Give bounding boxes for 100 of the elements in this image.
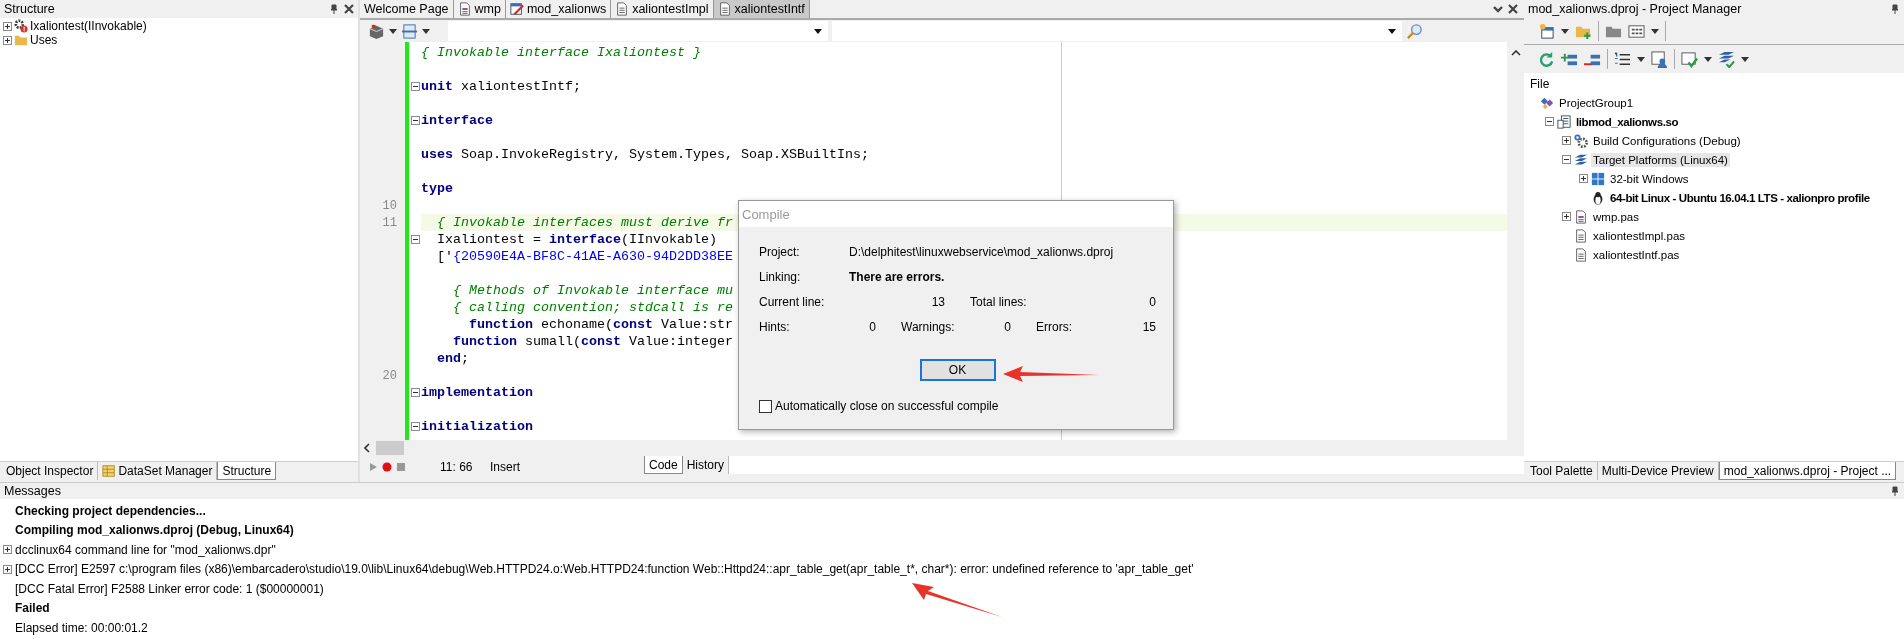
close-icon[interactable] [1508,4,1518,14]
checkbox[interactable] [759,399,772,413]
fold-toggle[interactable] [410,82,420,91]
tree-item[interactable]: ProjectGroup1 [1557,95,1636,110]
tree-item[interactable]: Uses [30,33,58,47]
field-label: Linking: [759,269,802,284]
dropdown-caret-icon[interactable] [1388,28,1396,34]
field-label: Total lines: [970,294,1027,309]
dropdown-caret-icon[interactable] [389,28,397,34]
code-line: end; [436,350,469,367]
close-icon[interactable] [344,4,354,14]
field-value: 0 [1149,294,1156,309]
message-line[interactable]: Failed [15,601,50,616]
layers-check-icon[interactable] [1718,50,1735,68]
gear-icon [1574,133,1588,148]
collapse-toggle[interactable] [1545,117,1554,126]
scrollbar-thumb[interactable] [376,441,404,455]
refresh-icon[interactable] [1538,50,1555,68]
fold-toggle[interactable] [410,116,420,125]
view-tab[interactable]: Code [644,456,683,474]
tree-item[interactable]: xaliontestIntf.pas [1591,247,1682,262]
expand-toggle[interactable] [1579,174,1588,183]
message-line[interactable]: Compiling mod_xalionws.dproj (Debug, Linux64) [15,523,294,538]
document-icon [1574,228,1588,243]
message-line[interactable]: Checking project dependencies... [15,503,206,518]
library-icon [1557,114,1571,129]
dropdown-caret-icon[interactable] [1637,56,1645,62]
field-label: Project: [759,244,801,259]
tree-item[interactable]: libmod_xalionws.so [1574,114,1681,129]
dropdown-caret-icon[interactable] [814,28,822,34]
tree-item[interactable]: 64-bit Linux - Ubuntu 16.04.1 LTS - xalionpro profile [1608,190,1872,205]
expand-toggle[interactable] [3,35,12,45]
page-icon[interactable] [401,22,418,40]
dropdown-caret-icon[interactable] [1561,28,1569,34]
code-line: { Methods of Invokable interface mu [452,282,733,299]
fold-toggle[interactable] [410,388,420,397]
code-line: { Invokable interface Ixaliontest } [421,44,701,61]
tree-item[interactable]: wmp.pas [1591,209,1642,224]
panel-title: Messages [4,484,61,498]
tree-item[interactable]: Target Platforms (Linux64) [1591,152,1730,167]
code-line: type [421,180,453,197]
search-icon[interactable] [1406,22,1423,40]
line-number: 11 [382,215,397,230]
checkbox-label[interactable]: Automatically close on successful compile [775,399,999,413]
new-window-icon[interactable] [1538,22,1555,40]
components-icon[interactable] [368,22,385,40]
message-line[interactable]: [DCC Fatal Error] F2588 Linker error code: 1 ($00000001) [15,581,324,596]
message-line[interactable]: dcclinux64 command line for "mod_xalionws.dpr" [15,542,276,557]
view-tab[interactable]: History [682,456,730,474]
code-line: function echoname(const Value:str [468,316,733,333]
scroll-up-icon[interactable] [1510,50,1521,56]
panel-tab[interactable]: Structure [217,462,277,480]
tree-item[interactable]: Ixaliontest(IInvokable) [30,19,147,33]
field-label: Current line: [759,294,825,309]
collapse-toggle[interactable] [1562,155,1571,164]
message-line[interactable]: [DCC Error] E2597 c:\program files (x86)\embarcadero\studio\19.0\lib\Linux64\debug\Web.HTTPD24.o:Web.HTTPD24:function Web::Httpd24::apr_table_get(apr_table_t*, char*): error: undefined reference to 'apr_table_get' [15,562,1194,577]
tree-item[interactable]: Build Configurations (Debug) [1591,133,1743,148]
field-value: 0 [869,319,876,334]
dropdown-caret-icon[interactable] [1704,56,1712,62]
panel-title: Structure [4,2,55,16]
record-icon[interactable] [382,462,392,472]
fold-toggle[interactable] [410,422,420,431]
code-line: unit xaliontestIntf; [421,78,581,95]
field-value: 13 [931,294,945,309]
message-line[interactable]: Elapsed time: 00:00:01.2 [15,620,148,635]
pin-icon[interactable] [329,4,339,14]
expand-toggle[interactable] [1562,136,1571,145]
numbered-list-icon[interactable] [1614,50,1631,68]
expand-toggle[interactable] [1562,212,1571,221]
dataset-icon [102,464,117,478]
expand-toggle[interactable] [3,21,12,31]
column-header: File [1529,76,1551,93]
code-line: ['{20590E4A-BF8C-41AE-A630-94D2DD38EE [436,248,733,265]
dropdown-caret-icon[interactable] [1741,56,1749,62]
dropdown-caret-icon[interactable] [1651,28,1659,34]
field-value: There are errors. [849,269,945,284]
code-line: uses Soap.InvokeRegistry, System.Types, Soap.XSBuiltIns; [421,146,869,163]
panel-tab[interactable]: mod_xalionws.dproj - Project ... [1718,462,1897,480]
editor-tab[interactable]: xaliontestIntf [713,0,810,18]
scroll-left-icon[interactable] [364,443,370,453]
code-line: interface [421,112,493,129]
error-gear-icon [14,19,28,33]
pin-icon[interactable] [1890,4,1900,14]
ok-button[interactable]: OK [919,359,996,381]
expand-toggle[interactable] [3,545,12,555]
code-line: implementation [421,384,533,401]
dropdown-caret-icon[interactable] [422,28,430,34]
chevron-down-icon[interactable] [1493,4,1503,14]
tree-item[interactable]: xaliontestImpl.pas [1591,228,1688,243]
tree-item[interactable]: 32-bit Windows [1608,171,1691,186]
fold-toggle[interactable] [410,235,420,244]
expand-toggle[interactable] [3,564,12,574]
document-icon [717,2,732,16]
grid-icon[interactable] [1628,22,1645,40]
pin-icon[interactable] [1890,486,1900,496]
field-label: Errors: [1036,319,1072,334]
deploy-check-icon[interactable] [1681,50,1698,68]
form-icon [457,2,472,16]
windows-icon [1591,171,1605,186]
users-icon[interactable] [1651,50,1668,68]
